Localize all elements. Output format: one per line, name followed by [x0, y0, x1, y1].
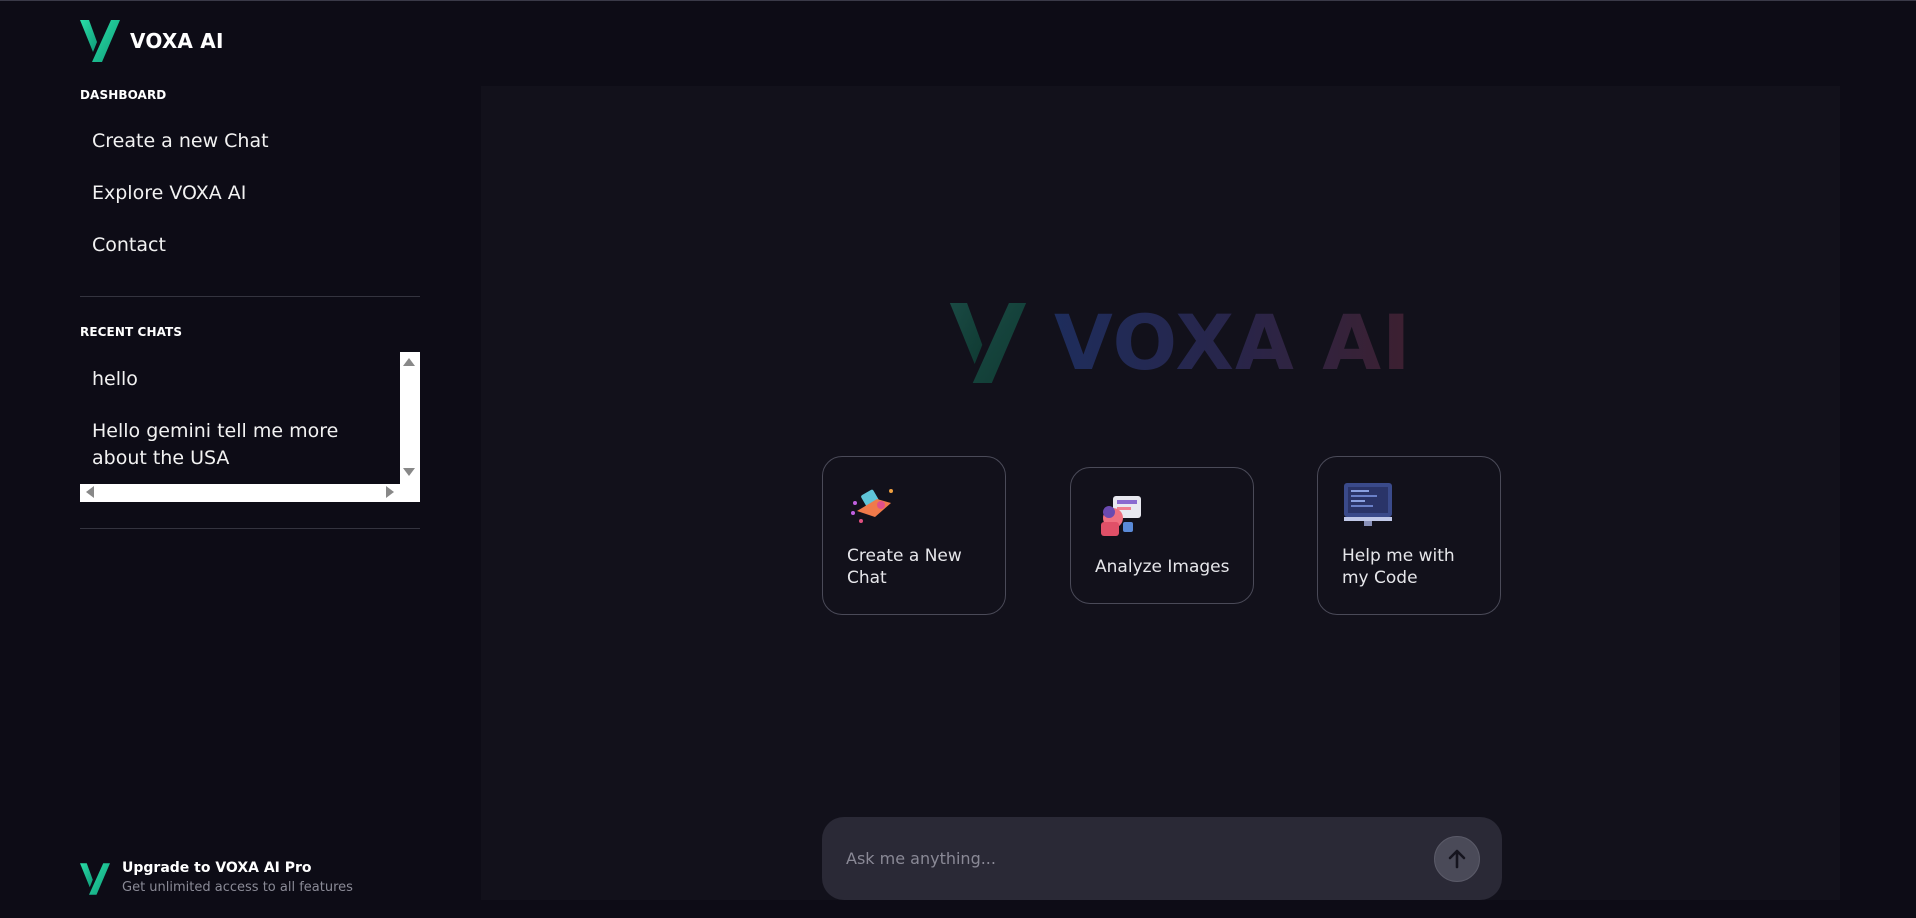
voxa-logo-icon	[949, 302, 1027, 383]
upgrade-pro-banner[interactable]: Upgrade to VOXA AI Pro Get unlimited acc…	[80, 860, 353, 895]
code-monitor-icon	[1344, 483, 1392, 526]
scroll-right-arrow-icon[interactable]	[386, 486, 394, 498]
hero-title: VOXA AI	[1054, 298, 1412, 387]
scroll-up-arrow-icon[interactable]	[403, 358, 415, 366]
app-name: VOXA AI	[130, 29, 224, 53]
card-label: Help me with my Code	[1342, 546, 1455, 588]
card-label: Create a New Chat	[847, 546, 962, 588]
rocket-phone-icon	[851, 489, 893, 523]
card-analyze-images[interactable]: Analyze Images	[1070, 467, 1254, 604]
send-button[interactable]	[1434, 836, 1480, 882]
nav-create-new-chat[interactable]: Create a new Chat	[92, 130, 269, 152]
upgrade-subtitle: Get unlimited access to all features	[122, 880, 353, 895]
app-logo[interactable]: VOXA AI	[80, 20, 224, 62]
image-analysis-icon	[1101, 496, 1141, 536]
recent-chat-item[interactable]: Hello gemini tell me more about the USA	[92, 418, 392, 472]
nav-contact[interactable]: Contact	[92, 234, 166, 256]
scroll-down-arrow-icon[interactable]	[403, 468, 415, 476]
recent-chats-list[interactable]: hello Hello gemini tell me more about th…	[80, 352, 420, 502]
voxa-logo-icon	[80, 863, 110, 895]
main-panel: VOXA AI Create a New Chat Analyze Images	[481, 86, 1840, 900]
nav-explore-voxa[interactable]: Explore VOXA AI	[92, 182, 246, 204]
voxa-logo-icon	[80, 20, 120, 62]
sidebar-divider	[80, 296, 420, 297]
card-help-with-code[interactable]: Help me with my Code	[1317, 456, 1501, 615]
card-create-new-chat[interactable]: Create a New Chat	[822, 456, 1006, 615]
sidebar-divider	[80, 528, 420, 529]
chat-input[interactable]	[846, 843, 1406, 873]
card-label: Analyze Images	[1095, 557, 1230, 577]
upgrade-title: Upgrade to VOXA AI Pro	[122, 860, 312, 876]
chat-input-bar	[822, 817, 1502, 900]
recent-chats-label: RECENT CHATS	[80, 325, 183, 339]
hero-logo: VOXA AI	[946, 298, 1411, 387]
recent-chat-item[interactable]: hello	[92, 366, 392, 393]
sidebar: VOXA AI DASHBOARD Create a new Chat Expl…	[0, 0, 480, 918]
dashboard-section-label: DASHBOARD	[80, 88, 167, 102]
scroll-left-arrow-icon[interactable]	[86, 486, 94, 498]
arrow-up-icon	[1448, 849, 1466, 869]
